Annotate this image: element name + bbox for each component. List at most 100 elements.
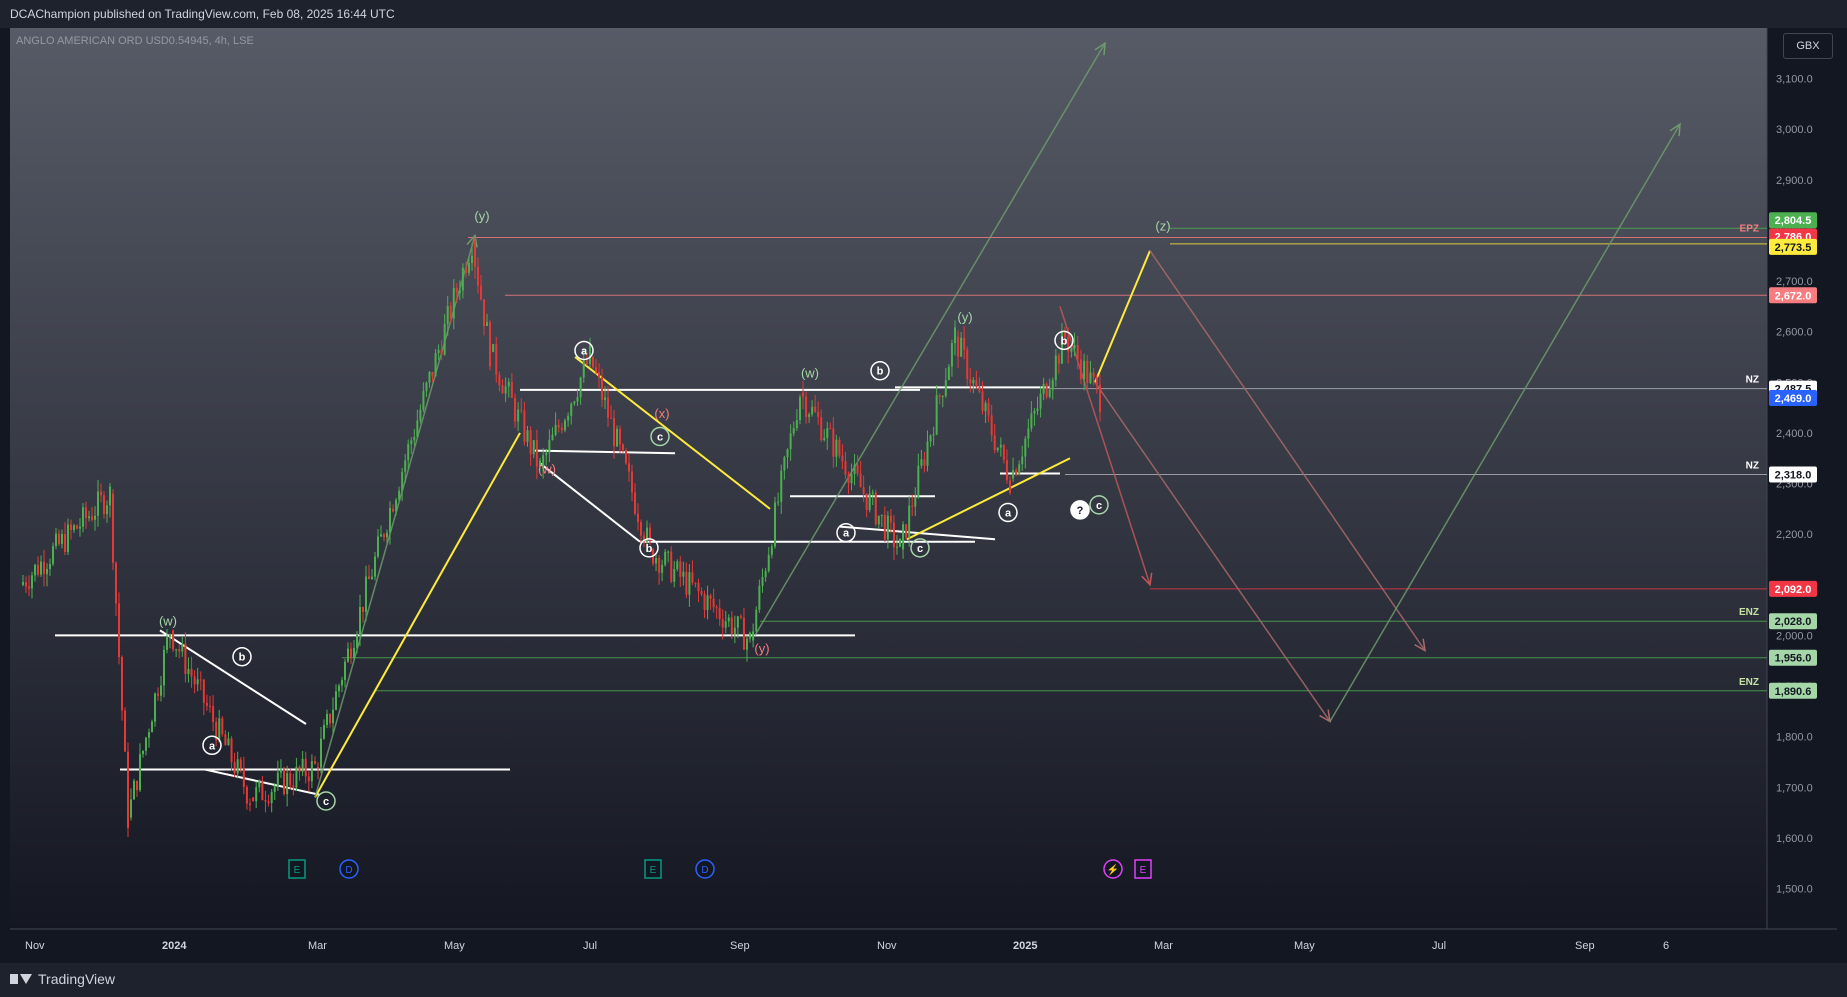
candle-body [823, 437, 826, 441]
candle-body [304, 758, 307, 777]
publisher-line: DCAChampion published on TradingView.com… [10, 7, 395, 21]
price-tick-label: 1,700.0 [1776, 782, 1813, 794]
candle-body [560, 427, 563, 431]
candle-body [133, 780, 135, 800]
candle-body [628, 463, 630, 472]
candle-body [377, 536, 379, 557]
candle-body [410, 440, 413, 445]
candle-body [826, 428, 829, 438]
candle-body [292, 785, 295, 788]
candle-body [1048, 389, 1051, 397]
candle-body [1083, 360, 1086, 380]
candle-body [570, 403, 573, 416]
candle-body [923, 459, 926, 466]
candle-body [163, 649, 165, 686]
candle-body [950, 343, 953, 367]
event-marker-label: E [1140, 865, 1147, 876]
candle-body [667, 551, 670, 553]
candle-body [67, 524, 69, 553]
candle-body [613, 418, 615, 447]
candle-body [495, 344, 498, 375]
candle-body [88, 516, 90, 519]
wave-circle-label: c [917, 543, 923, 555]
candle-body [911, 505, 914, 507]
candle-body [407, 444, 410, 461]
time-tick-label: Sep [730, 940, 750, 952]
wave-circle-label: a [209, 740, 216, 752]
candle-body [461, 267, 464, 291]
price-chart[interactable]: 3,100.03,000.02,900.02,800.02,700.02,600… [10, 28, 1837, 963]
price-label: 2,672.0 [1775, 290, 1812, 302]
tradingview-logo[interactable]: TradingView [10, 971, 115, 987]
candle-body [637, 513, 639, 523]
candle-body [389, 507, 391, 533]
candle-body [264, 800, 267, 802]
candle-body [532, 440, 535, 455]
price-tick-label: 2,900.0 [1776, 175, 1813, 187]
price-tick-label: 2,700.0 [1776, 276, 1813, 288]
candle-body [835, 439, 838, 457]
event-marker-label: E [650, 865, 657, 876]
candle-body [314, 761, 316, 764]
wave-circle-label: c [323, 796, 329, 808]
candle-body [320, 738, 322, 768]
candle-body [523, 410, 526, 442]
candle-body [700, 591, 703, 595]
candle-body [49, 563, 51, 569]
candle-body [847, 474, 850, 484]
candle-body [498, 374, 501, 386]
candle-body [715, 607, 718, 609]
candle-body [601, 377, 603, 400]
candle-body [218, 718, 221, 741]
chart-area[interactable]: 3,100.03,000.02,900.02,800.02,700.02,600… [10, 28, 1837, 963]
candle-body [1079, 359, 1082, 380]
candle-body [987, 403, 990, 416]
candle-body [673, 569, 676, 582]
candle-body [902, 524, 905, 550]
candle-body [764, 571, 767, 578]
candle-body [1005, 460, 1008, 481]
time-tick-label: Sep [1575, 940, 1595, 952]
candle-body [595, 367, 597, 373]
candle-body [22, 582, 24, 585]
candle-body [289, 773, 292, 786]
candle-body [1039, 393, 1042, 409]
candle-body [749, 632, 751, 639]
candle-body [221, 718, 224, 735]
candle-body [353, 647, 355, 659]
candle-body [239, 759, 242, 769]
candle-body [886, 515, 889, 540]
candle-body [805, 396, 808, 417]
candle-body [742, 617, 745, 650]
price-tick-label: 3,000.0 [1776, 124, 1813, 136]
candle-body [486, 322, 488, 326]
candle-body [526, 430, 529, 442]
candle-body [616, 428, 618, 447]
wave-label: (w) [538, 461, 556, 476]
candle-body [467, 262, 470, 273]
candle-body [245, 787, 248, 804]
candle-body [483, 299, 485, 326]
candle-body [579, 377, 582, 398]
candle-body [267, 801, 270, 804]
candle-body [517, 409, 520, 422]
candle-body [899, 538, 901, 547]
candle-body [938, 395, 941, 397]
zone-label: ENZ [1739, 607, 1759, 618]
candle-body [85, 507, 87, 519]
candle-body [401, 471, 404, 491]
candle-body [190, 668, 193, 677]
candle-body [514, 397, 516, 422]
candle-body [157, 693, 159, 696]
candle-body [640, 522, 642, 536]
candle-body [230, 738, 233, 763]
candle-body [112, 493, 114, 563]
price-tick-label: 1,800.0 [1776, 732, 1813, 744]
candle-body [1009, 480, 1011, 494]
wave-circle-label: b [877, 366, 884, 378]
candle-body [1089, 372, 1092, 384]
wave-circle-label: b [646, 543, 653, 555]
event-marker-label: D [345, 865, 352, 876]
candle-body [91, 516, 93, 520]
currency-button[interactable]: GBX [1783, 33, 1833, 59]
